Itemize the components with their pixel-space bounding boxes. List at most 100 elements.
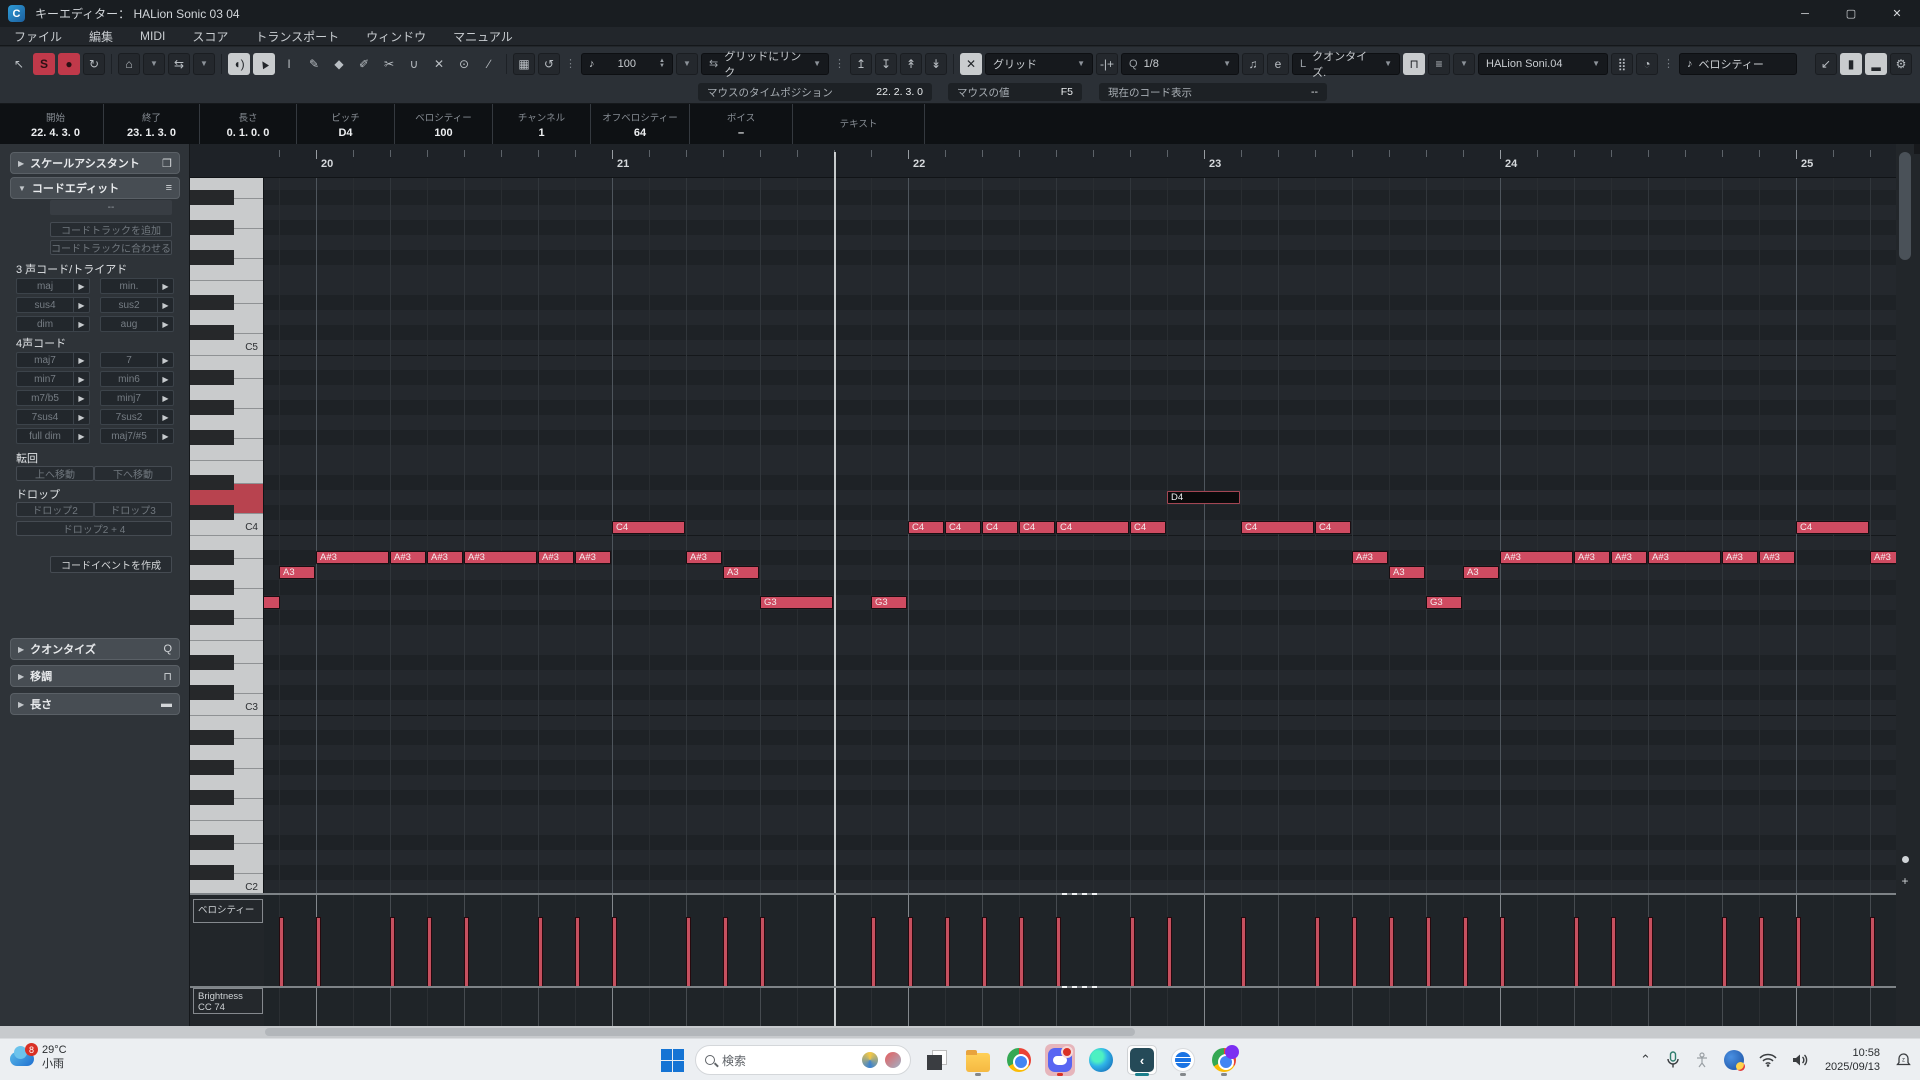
midi-note-C4[interactable]: C4 xyxy=(612,521,685,534)
velocity-bar[interactable] xyxy=(945,917,950,986)
setup-toolbar-button[interactable]: ⚙ xyxy=(1890,53,1912,75)
piano-black-key[interactable] xyxy=(190,400,234,415)
velocity-bar[interactable] xyxy=(390,917,395,986)
tray-app-sphere-icon[interactable] xyxy=(1724,1050,1744,1070)
piano-black-key[interactable] xyxy=(190,325,234,340)
velocity-bar[interactable] xyxy=(1130,917,1135,986)
audition-speaker-button[interactable]: ◖) xyxy=(228,53,250,75)
midi-note-G3[interactable] xyxy=(264,596,280,609)
velocity-lane-separator[interactable] xyxy=(190,893,1896,895)
midi-note-A#3[interactable]: A#3 xyxy=(1870,551,1896,564)
grid-plusminus-button[interactable]: -|+ xyxy=(1096,53,1118,75)
velocity-bar[interactable] xyxy=(1648,917,1653,986)
chord-button-min.[interactable]: min.▶ xyxy=(100,278,174,294)
midi-note-C4[interactable]: C4 xyxy=(1130,521,1166,534)
left-zone-toggle[interactable]: ▮ xyxy=(1840,53,1862,75)
draw-tool[interactable]: ✎ xyxy=(303,53,325,75)
snap-type-dropdown[interactable]: グリッド ▼ xyxy=(985,53,1093,75)
info-field-終了[interactable]: 終了23. 1. 3. 0 xyxy=(104,104,200,144)
piano-black-key[interactable] xyxy=(190,295,234,310)
time-warp-button[interactable]: ▦ xyxy=(513,53,535,75)
velocity-bar[interactable] xyxy=(1167,917,1172,986)
horizontal-scrollbar[interactable] xyxy=(0,1026,1920,1038)
chord-button-minj7[interactable]: minj7▶ xyxy=(100,390,174,406)
velocity-bar[interactable] xyxy=(1019,917,1024,986)
midi-timing-button[interactable]: ◔ xyxy=(1636,53,1658,75)
step-input-button[interactable]: ⊓ xyxy=(1403,53,1425,75)
chord-button-arrow-icon[interactable]: ▶ xyxy=(73,353,89,367)
menu-item-トランスポート[interactable]: トランスポート xyxy=(255,28,339,45)
quantize-preset-dropdown[interactable]: Q 1/8 ▼ xyxy=(1121,53,1239,75)
more-options-icon[interactable]: ⋮ xyxy=(1661,57,1676,70)
record-button[interactable]: ● xyxy=(58,53,80,75)
piano-black-key[interactable] xyxy=(190,865,234,880)
taskbar-browser-sphere-button[interactable] xyxy=(1168,1044,1198,1076)
chord-button-maj[interactable]: maj▶ xyxy=(16,278,90,294)
show-part-borders-button[interactable]: ⣿ xyxy=(1611,53,1633,75)
independent-loop-button[interactable]: ↺ xyxy=(538,53,560,75)
piano-black-key[interactable] xyxy=(190,430,234,445)
window-zones-dropdown[interactable]: ▼ xyxy=(143,53,165,75)
midi-note-A#3[interactable]: A#3 xyxy=(1722,551,1758,564)
controller-lane-separator[interactable] xyxy=(190,986,1896,988)
velocity-bar[interactable] xyxy=(1389,917,1394,986)
velocity-bar[interactable] xyxy=(538,917,543,986)
iterative-quantize-button[interactable]: e xyxy=(1267,53,1289,75)
chord-button-arrow-icon[interactable]: ▶ xyxy=(73,372,89,386)
midi-input-button[interactable]: ≡ xyxy=(1428,53,1450,75)
piano-black-key[interactable] xyxy=(190,550,234,565)
object-selection-tool[interactable]: ▲ xyxy=(253,53,275,75)
chord-button-full dim[interactable]: full dim▶ xyxy=(16,428,90,444)
piano-black-key[interactable] xyxy=(190,505,234,520)
chord-button-arrow-icon[interactable]: ▶ xyxy=(73,279,89,293)
lower-zone-toggle[interactable]: ▂ xyxy=(1865,53,1887,75)
midi-note-A3[interactable]: A3 xyxy=(1463,566,1499,579)
velocity-bar[interactable] xyxy=(1352,917,1357,986)
midi-note-A#3[interactable]: A#3 xyxy=(1648,551,1721,564)
velocity-bar[interactable] xyxy=(1463,917,1468,986)
chord-button-sus2[interactable]: sus2▶ xyxy=(100,297,174,313)
taskbar-chrome-profile-button[interactable] xyxy=(1209,1044,1239,1076)
tray-chevron-up-icon[interactable]: ⌃ xyxy=(1640,1052,1651,1068)
chord-button-arrow-icon[interactable]: ▶ xyxy=(73,429,89,443)
create-chord-event-button[interactable]: コードイベントを作成 xyxy=(50,556,172,573)
velocity-bar[interactable] xyxy=(1611,917,1616,986)
step-input-dropdown[interactable]: ▼ xyxy=(1453,53,1475,75)
midi-note-A3[interactable]: A3 xyxy=(279,566,315,579)
piano-black-key[interactable] xyxy=(190,760,234,775)
midi-note-A#3[interactable]: A#3 xyxy=(390,551,426,564)
drop-2-4-button[interactable]: ドロップ2 + 4 xyxy=(16,521,172,536)
velocity-bar[interactable] xyxy=(575,917,580,986)
vertical-zoom-dot[interactable] xyxy=(1902,856,1909,863)
lane-split-handle[interactable] xyxy=(1062,986,1102,988)
chord-button-arrow-icon[interactable]: ▶ xyxy=(73,298,89,312)
velocity-bar[interactable] xyxy=(316,917,321,986)
drop-button-ドロップ3[interactable]: ドロップ3 xyxy=(94,502,172,517)
insert-velocity-dropdown[interactable]: ▼ xyxy=(676,53,698,75)
controller-lane[interactable] xyxy=(264,987,1896,1026)
piano-black-key[interactable] xyxy=(190,370,234,385)
chord-edit-section[interactable]: ▼コードエディット ≡ xyxy=(10,177,180,199)
midi-note-C4[interactable]: C4 xyxy=(1241,521,1314,534)
tray-notification-bell-icon[interactable]: z xyxy=(1895,1052,1912,1069)
taskbar-file-explorer-button[interactable] xyxy=(963,1044,993,1076)
velocity-bar[interactable] xyxy=(1241,917,1246,986)
velocity-bar[interactable] xyxy=(871,917,876,986)
quantize-section[interactable]: ▶クオンタイズ Q xyxy=(10,638,180,660)
midi-note-A#3[interactable]: A#3 xyxy=(1352,551,1388,564)
chord-button-arrow-icon[interactable]: ▶ xyxy=(157,298,173,312)
chord-button-dim[interactable]: dim▶ xyxy=(16,316,90,332)
time-ruler[interactable]: 202122232425 xyxy=(264,144,1896,178)
search-box[interactable]: 検索 xyxy=(695,1045,911,1075)
solo-button[interactable]: S xyxy=(33,53,55,75)
window-zones-button[interactable]: ⌂ xyxy=(118,53,140,75)
zoom-tool[interactable]: ⊙ xyxy=(453,53,475,75)
velocity-bar[interactable] xyxy=(1870,917,1875,986)
lane-split-handle[interactable] xyxy=(1062,893,1102,895)
midi-note-A#3[interactable]: A#3 xyxy=(316,551,389,564)
velocity-bar[interactable] xyxy=(760,917,765,986)
transpose-section[interactable]: ▶移調 ⊓ xyxy=(10,665,180,687)
midi-note-A3[interactable]: A3 xyxy=(1389,566,1425,579)
velocity-bar[interactable] xyxy=(908,917,913,986)
velocity-bar[interactable] xyxy=(1796,917,1801,986)
